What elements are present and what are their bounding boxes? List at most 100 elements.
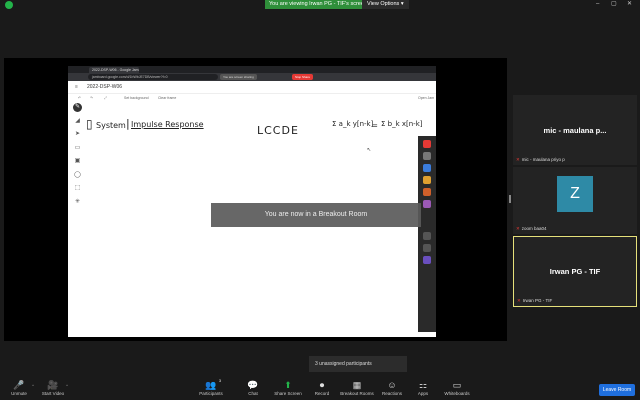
panel-resize-handle[interactable]	[509, 195, 511, 203]
reactions-button[interactable]: ☺ Reactions	[375, 379, 409, 396]
chevron-up-icon[interactable]: ^	[32, 383, 34, 388]
jamboard-toolbar: ↶ ↷ ⤢ Set background Clear frame Open Ja…	[68, 95, 436, 103]
apps-icon: ⚏	[418, 380, 428, 390]
avatar: Z	[557, 176, 593, 212]
handwriting-divider: |	[126, 117, 130, 130]
whiteboards-icon: ▭	[452, 380, 462, 390]
security-shield-icon[interactable]	[5, 1, 13, 9]
shared-side-panel	[418, 136, 436, 332]
view-options-button[interactable]: View Options ▾	[362, 0, 409, 9]
redo-icon: ↷	[90, 96, 93, 100]
participants-count: 3	[219, 379, 221, 383]
reactions-label: Reactions	[381, 391, 402, 396]
reactions-icon: ☺	[387, 380, 397, 390]
participant-caption: ✕ Irwan PG - TIF	[517, 298, 553, 303]
zoom-icon: ⤢	[104, 96, 107, 100]
browser-tab-strip: 2022-DSP-W06 - Google Jam...	[68, 66, 436, 73]
whiteboards-button[interactable]: ▭ Whiteboards	[440, 379, 474, 396]
video-off-icon: 🎥	[47, 380, 59, 390]
pen-tool-icon: ✎	[73, 103, 82, 112]
panel-avatar-icon	[423, 176, 431, 184]
handwriting-equation-right: Σ b_k x[n-k]	[381, 120, 423, 128]
participants-icon: 👥	[205, 380, 217, 390]
breakout-rooms-label: Breakout Rooms	[340, 391, 374, 396]
maximize-icon[interactable]: ▢	[611, 0, 617, 9]
unmute-button[interactable]: 🎤 Unmute ^	[2, 379, 36, 396]
participant-tile-maulana[interactable]: mic - maulana p... ✕ mic - maulana priyo …	[513, 95, 637, 165]
microphone-muted-icon: 🎤	[13, 380, 25, 390]
stop-share-button: Stop Share	[292, 74, 314, 80]
handwriting-system: System	[96, 121, 126, 130]
breakout-rooms-button[interactable]: ▦ Breakout Rooms	[340, 379, 374, 396]
share-screen-icon: ⬆	[284, 380, 292, 390]
panel-avatar-icon	[423, 188, 431, 196]
panel-avatar-icon	[423, 140, 431, 148]
image-tool-icon: ▣	[74, 158, 81, 164]
menu-icon: ≡	[75, 84, 78, 90]
handwriting-impulse: Impulse Response	[131, 120, 204, 129]
record-label: Record	[314, 391, 330, 396]
open-jam-button: Open Jam	[418, 96, 435, 100]
leave-room-button[interactable]: Leave Room	[599, 384, 635, 396]
share-screen-button[interactable]: ⬆ Share Screen	[271, 379, 305, 396]
screen-share-pill: You are screen sharing	[220, 74, 257, 80]
laser-tool-icon: ✳	[74, 198, 81, 205]
set-background-button: Set background	[124, 96, 149, 100]
chat-label: Chat	[248, 391, 258, 396]
text-box-icon: ⬚	[74, 185, 81, 191]
handwriting-equals: =	[372, 122, 378, 130]
panel-avatar-icon	[423, 200, 431, 208]
cursor-arrow: ↖	[367, 147, 372, 153]
circle-tool-icon: ◯	[74, 171, 81, 178]
handwriting-equation-left: Σ a_k y[n-k]	[332, 120, 374, 128]
handwriting-lccde: LCCDE	[257, 124, 299, 137]
panel-avatar-icon	[423, 244, 431, 252]
undo-icon: ↶	[78, 96, 81, 100]
start-video-label: Start Video	[41, 391, 65, 396]
viewing-banner: You are viewing Irwan PG - TIF's screen	[265, 0, 371, 9]
record-button[interactable]: ⏺ Record	[305, 379, 339, 396]
close-icon[interactable]: ✕	[627, 0, 632, 9]
eraser-tool-icon: ◢	[75, 117, 80, 124]
chevron-down-icon: ▾	[400, 1, 404, 7]
apps-label: Apps	[417, 391, 429, 396]
start-video-button[interactable]: 🎥 Start Video ^	[36, 379, 70, 396]
panel-avatar-icon	[423, 232, 431, 240]
shared-browser-window: 2022-DSP-W06 - Google Jam... jamboard.go…	[68, 66, 436, 337]
browser-url-bar: jamboard.google.com/d/1bWbJE7DB/viewer?f…	[68, 73, 436, 81]
participant-tile-irwan[interactable]: Irwan PG - TIF ✕ Irwan PG - TIF	[513, 236, 637, 307]
clear-frame-button: Clear frame	[158, 96, 177, 100]
record-icon: ⏺	[319, 380, 325, 390]
minimize-icon[interactable]: –	[596, 0, 599, 9]
panel-avatar-icon	[423, 152, 431, 160]
chevron-up-icon[interactable]: ^	[66, 383, 68, 388]
browser-url: jamboard.google.com/d/1bWbJE7DB/viewer?f…	[88, 74, 218, 80]
participant-name: Irwan PG - TIF	[549, 267, 601, 276]
apps-button[interactable]: ⚏ Apps	[406, 379, 440, 396]
jamboard-left-toolbar: ✎ ◢ ➤ ▭ ▣ ◯ ⬚ ✳	[73, 103, 82, 211]
view-options-label: View Options	[367, 1, 400, 7]
participant-caption: ✕ zoom baa04	[516, 226, 547, 231]
unassigned-participants-notice[interactable]: 3 unassigned participants	[309, 356, 407, 372]
participant-name: mic - maulana p...	[543, 126, 607, 135]
participant-caption: ✕ mic - maulana priyo p	[516, 157, 565, 162]
checkbox-glyph: ▯	[86, 117, 93, 131]
breakout-rooms-icon: ▦	[352, 380, 362, 390]
mic-muted-icon: ✕	[516, 226, 520, 231]
chat-button[interactable]: 💬 Chat	[236, 379, 270, 396]
top-bar: You are viewing Irwan PG - TIF's screen …	[0, 0, 640, 10]
mic-muted-icon: ✕	[517, 298, 521, 303]
mic-muted-icon: ✕	[516, 157, 520, 162]
unmute-label: Unmute	[11, 391, 27, 396]
participant-tile-zoom-baa04[interactable]: Z ✕ zoom baa04	[513, 167, 637, 234]
select-tool-icon: ➤	[74, 131, 81, 137]
participants-label: Participants	[199, 391, 223, 396]
participants-button[interactable]: 👥 3 Participants	[194, 379, 228, 396]
share-screen-label: Share Screen	[274, 391, 302, 396]
panel-avatar-icon	[423, 164, 431, 172]
chat-icon: 💬	[247, 380, 259, 390]
whiteboards-label: Whiteboards	[444, 391, 470, 396]
jamboard-header: ≡ 2022-DSP-W06	[68, 81, 436, 94]
meeting-controls-bar: 🎤 Unmute ^ 🎥 Start Video ^ 👥 3 Participa…	[0, 378, 640, 400]
panel-avatar-icon	[423, 256, 431, 264]
